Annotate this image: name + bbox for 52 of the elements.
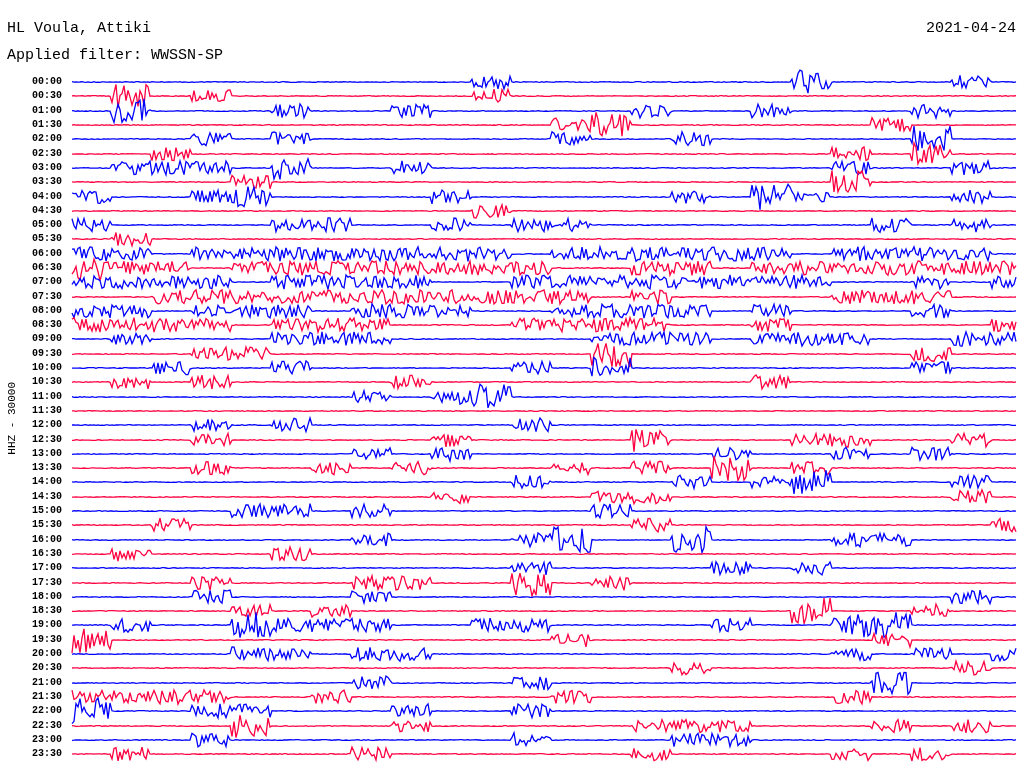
- time-label: 18:30: [31, 604, 63, 619]
- time-label: 23:30: [31, 747, 63, 762]
- time-label: 04:30: [31, 203, 63, 218]
- time-label: 14:30: [31, 489, 63, 504]
- time-label: 19:00: [31, 618, 63, 633]
- time-label: 10:00: [31, 361, 63, 376]
- date-label: 2021-04-24: [926, 20, 1016, 37]
- time-label: 19:30: [31, 632, 63, 647]
- time-label: 10:30: [31, 375, 63, 390]
- time-label: 03:00: [31, 160, 63, 175]
- channel-axis-label: HHZ - 30000: [6, 381, 18, 455]
- time-label: 01:00: [31, 103, 63, 118]
- time-label: 14:00: [31, 475, 63, 490]
- time-label: 02:00: [31, 132, 63, 147]
- time-label: 07:00: [31, 275, 63, 290]
- time-label: 12:00: [31, 418, 63, 433]
- time-label: 13:00: [31, 446, 63, 461]
- time-label: 05:30: [31, 232, 63, 247]
- time-label: 12:30: [31, 432, 63, 447]
- time-label: 05:00: [31, 218, 63, 233]
- time-label: 17:00: [31, 561, 63, 576]
- time-label: 17:30: [31, 575, 63, 590]
- time-label: 03:30: [31, 175, 63, 190]
- time-label: 21:00: [31, 675, 63, 690]
- time-label: 04:00: [31, 189, 63, 204]
- time-label: 23:00: [31, 732, 63, 747]
- time-label: 11:30: [31, 403, 63, 418]
- time-label: 20:00: [31, 647, 63, 661]
- time-label: 06:00: [31, 246, 63, 261]
- time-label: 02:30: [31, 146, 63, 161]
- time-label: 00:00: [31, 75, 63, 90]
- time-label: 11:00: [31, 389, 63, 404]
- time-label: 09:30: [31, 346, 63, 361]
- time-label: 16:00: [31, 532, 63, 547]
- time-label: 01:30: [31, 118, 63, 133]
- time-label: 22:30: [31, 718, 63, 733]
- time-label: 15:30: [31, 518, 63, 533]
- time-label: 09:00: [31, 332, 63, 347]
- time-label: 18:00: [31, 589, 63, 604]
- time-label: 13:30: [31, 461, 63, 476]
- time-label: 06:30: [31, 261, 63, 275]
- time-label: 08:30: [31, 318, 63, 333]
- time-label: 07:30: [31, 289, 63, 304]
- time-label: 15:00: [31, 504, 63, 519]
- time-label: 00:30: [31, 89, 63, 104]
- time-label: 21:30: [31, 689, 63, 704]
- time-label: 16:30: [31, 546, 63, 561]
- time-label: 08:00: [31, 303, 63, 318]
- filter-label: Applied filter: WWSSN-SP: [7, 47, 224, 64]
- station-title: HL Voula, Attiki: [7, 20, 152, 37]
- time-label: 20:30: [31, 661, 63, 676]
- time-label: 22:00: [31, 704, 63, 719]
